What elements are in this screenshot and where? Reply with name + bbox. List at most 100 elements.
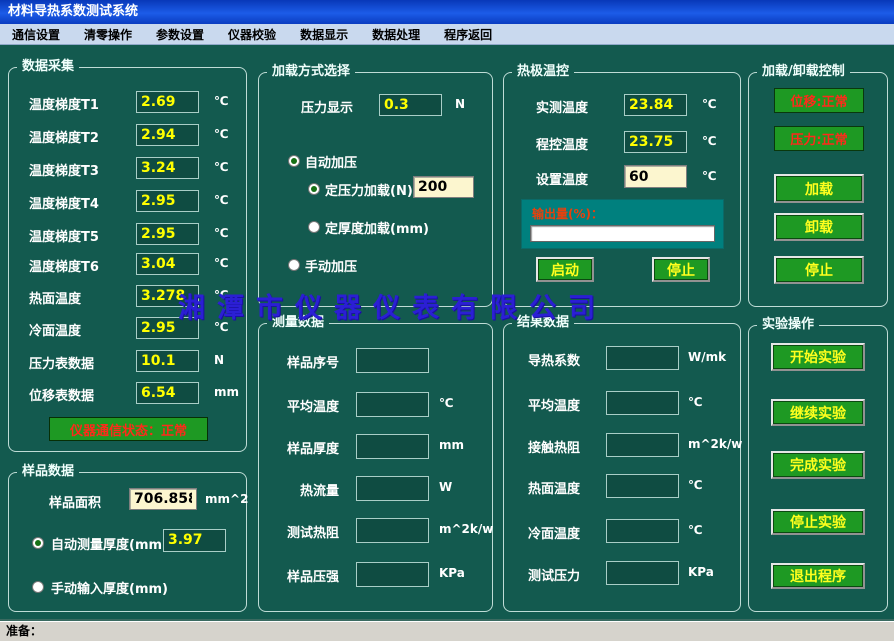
menu-data-process[interactable]: 数据处理	[360, 26, 432, 43]
res-unit: m^2k/w	[688, 437, 742, 451]
window-title: 材料导热系数测试系统	[8, 4, 138, 19]
meas-label: 样品压强	[281, 566, 339, 585]
pressure-display-label: 压力显示	[301, 97, 353, 116]
acq-unit: N	[214, 353, 224, 367]
panel-data-acquisition: 数据采集 温度梯度T1 2.69 ℃ 温度梯度T2 2.94 ℃ 温度梯度T3 …	[8, 67, 247, 452]
menu-calibration[interactable]: 仪器校验	[216, 26, 288, 43]
sample-area-unit: mm^2	[205, 492, 248, 506]
acq-label: 温度梯度T2	[29, 127, 99, 146]
unload-button[interactable]: 卸载	[774, 213, 864, 241]
panel-title-measurement: 测量数据	[267, 315, 329, 331]
res-unit: ℃	[688, 478, 703, 492]
res-value-display	[606, 346, 679, 370]
acq-value-display: 6.54	[136, 382, 199, 404]
res-label: 冷面温度	[528, 523, 580, 542]
acq-label: 温度梯度T5	[29, 226, 99, 245]
meas-label: 样品序号	[281, 352, 339, 371]
comm-status-indicator: 仪器通信状态：正常	[49, 417, 208, 441]
const-pressure-input[interactable]	[413, 176, 474, 198]
acq-label: 温度梯度T6	[29, 256, 99, 275]
panel-load-control: 加载/卸载控制 位移:正常 压力:正常 加载 卸载 停止	[748, 72, 888, 307]
stop-experiment-button[interactable]: 停止实验	[771, 509, 865, 535]
res-unit: ℃	[688, 523, 703, 537]
pressure-status-indicator: 压力:正常	[774, 126, 864, 151]
panel-loading-mode: 加载方式选择 压力显示 0.3 N 自动加压 定压力加载(N) 定厚度加载(mm…	[258, 72, 493, 307]
output-power-progressbar	[530, 225, 715, 242]
panel-temp-control: 热极温控 实测温度 23.84 ℃ 程控温度 23.75 ℃ 设置温度 ℃ 输出…	[503, 72, 741, 307]
measured-temp-unit: ℃	[702, 97, 717, 111]
menu-param-settings[interactable]: 参数设置	[144, 26, 216, 43]
res-value-display	[606, 433, 679, 457]
output-power-box: 输出量(%)：	[521, 199, 724, 249]
radio-manual-thickness-label: 手动输入厚度(mm)	[51, 578, 168, 597]
res-label: 平均温度	[528, 395, 580, 414]
menu-bar: 通信设置 清零操作 参数设置 仪器校验 数据显示 数据处理 程序返回	[0, 24, 894, 45]
program-temp-label: 程控温度	[536, 134, 588, 153]
set-temp-label: 设置温度	[536, 169, 588, 188]
load-button[interactable]: 加载	[774, 174, 864, 203]
acq-unit: ℃	[214, 94, 229, 108]
heater-start-button[interactable]: 启动	[536, 257, 594, 282]
radio-auto-pressurize[interactable]	[288, 155, 300, 167]
acq-unit: ℃	[214, 160, 229, 174]
exit-program-button[interactable]: 退出程序	[771, 563, 865, 589]
res-unit: W/mk	[688, 350, 726, 364]
acq-unit: ℃	[214, 226, 229, 240]
heater-stop-button[interactable]: 停止	[652, 257, 710, 282]
radio-auto-thickness[interactable]	[32, 537, 44, 549]
acq-label: 位移表数据	[29, 385, 94, 404]
meas-value-display	[356, 562, 429, 587]
acq-value-display: 3.278	[136, 285, 199, 307]
meas-value-display	[356, 392, 429, 417]
radio-manual-thickness[interactable]	[32, 581, 44, 593]
acq-unit: ℃	[214, 127, 229, 141]
res-label: 接触热阻	[528, 437, 580, 456]
finish-experiment-button[interactable]: 完成实验	[771, 451, 865, 479]
app-window: 材料导热系数测试系统 通信设置 清零操作 参数设置 仪器校验 数据显示 数据处理…	[0, 0, 894, 641]
panel-experiment-ops: 实验操作 开始实验 继续实验 完成实验 停止实验 退出程序	[748, 325, 888, 612]
panel-result-data: 结果数据 导热系数 W/mk 平均温度 ℃ 接触热阻 m^2k/w 热面温度 ℃…	[503, 323, 741, 612]
menu-data-display[interactable]: 数据显示	[288, 26, 360, 43]
meas-unit: ℃	[439, 396, 454, 410]
set-temp-input[interactable]	[624, 165, 687, 188]
measured-temp-label: 实测温度	[536, 97, 588, 116]
sample-area-label: 样品面积	[49, 492, 101, 511]
panel-measurement-data: 测量数据 样品序号 平均温度 ℃ 样品厚度 mm 热流量 W 测试热阻 m^2k…	[258, 323, 493, 612]
acq-value-display: 2.94	[136, 124, 199, 146]
meas-unit: mm	[439, 438, 464, 452]
menu-zero-operation[interactable]: 清零操作	[72, 26, 144, 43]
panel-title-acquisition: 数据采集	[17, 59, 79, 75]
displacement-status-indicator: 位移:正常	[774, 88, 864, 113]
meas-value-display	[356, 434, 429, 459]
sample-area-input[interactable]	[129, 488, 197, 510]
radio-const-thickness-label: 定厚度加载(mm)	[325, 218, 429, 237]
panel-title-experiment: 实验操作	[757, 317, 819, 333]
measured-temp-display: 23.84	[624, 94, 687, 116]
menu-program-return[interactable]: 程序返回	[432, 26, 504, 43]
res-unit: ℃	[688, 395, 703, 409]
res-label: 热面温度	[528, 478, 580, 497]
meas-label: 测试热阻	[281, 522, 339, 541]
program-temp-unit: ℃	[702, 134, 717, 148]
radio-const-thickness[interactable]	[308, 221, 320, 233]
continue-experiment-button[interactable]: 继续实验	[771, 399, 865, 426]
radio-auto-pressurize-label: 自动加压	[305, 152, 357, 171]
acq-label: 温度梯度T1	[29, 94, 99, 113]
title-bar: 材料导热系数测试系统	[0, 0, 894, 24]
res-value-display	[606, 519, 679, 543]
acq-unit: mm	[214, 385, 239, 399]
radio-const-pressure[interactable]	[308, 183, 320, 195]
load-stop-button[interactable]: 停止	[774, 256, 864, 284]
acq-value-display: 2.95	[136, 223, 199, 245]
pressure-unit: N	[455, 97, 465, 111]
acq-label: 热面温度	[29, 288, 81, 307]
acq-value-display: 2.95	[136, 190, 199, 212]
acq-value-display: 3.24	[136, 157, 199, 179]
res-value-display	[606, 561, 679, 585]
radio-manual-pressurize[interactable]	[288, 259, 300, 271]
program-temp-display: 23.75	[624, 131, 687, 153]
panel-sample-data: 样品数据 样品面积 mm^2 自动测量厚度(mm) 3.97 手动输入厚度(mm…	[8, 472, 247, 612]
panel-title-temp-control: 热极温控	[512, 64, 574, 80]
menu-comm-settings[interactable]: 通信设置	[0, 26, 72, 43]
start-experiment-button[interactable]: 开始实验	[771, 343, 865, 371]
